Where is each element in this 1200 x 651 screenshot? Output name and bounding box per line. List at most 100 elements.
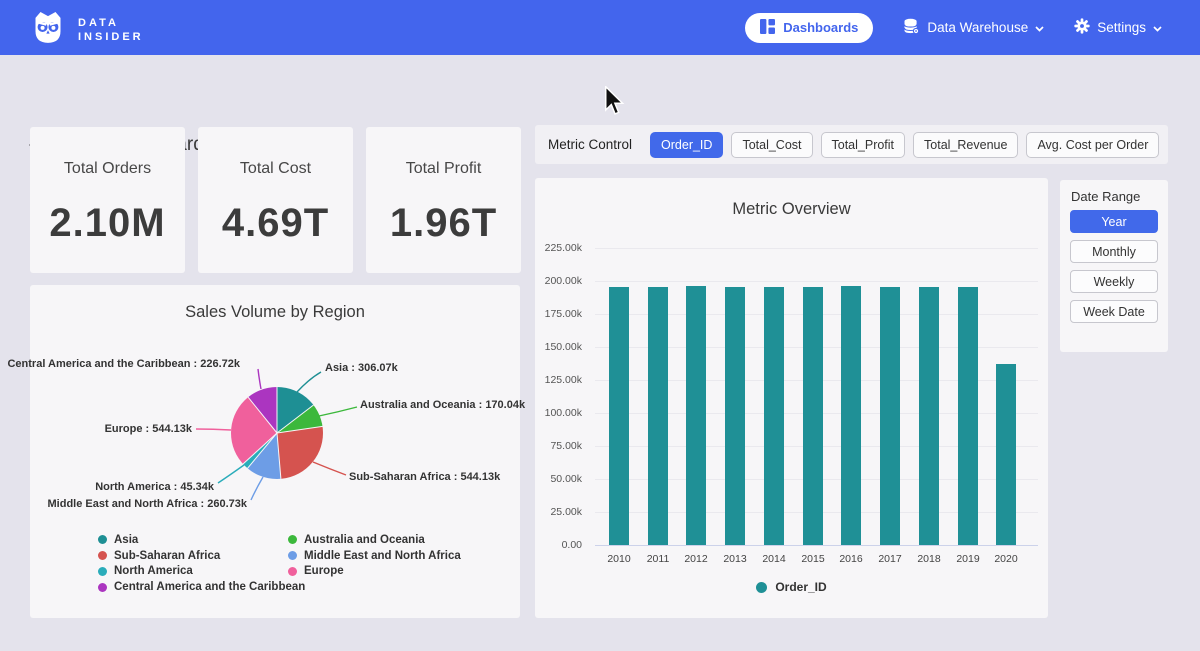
date-range-label: Date Range	[1071, 189, 1140, 204]
y-axis-tick: 75.00k	[535, 440, 582, 452]
x-axis-tick: 2018	[909, 553, 949, 565]
x-axis-tick: 2017	[870, 553, 910, 565]
bar-2014[interactable]	[764, 287, 784, 545]
kpi-value: 1.96T	[366, 201, 521, 246]
legend-dot	[288, 535, 297, 544]
kpi-card: Total Orders 2.10M	[30, 127, 185, 273]
metric-option-avg-cost-per-order[interactable]: Avg. Cost per Order	[1026, 132, 1159, 158]
metric-option-total-revenue[interactable]: Total_Revenue	[913, 132, 1018, 158]
pie-legend-column-1: Asia Sub-Saharan Africa North America Centr…	[98, 532, 305, 595]
metric-control-label: Metric Control	[548, 137, 632, 152]
date-range-option-week-date[interactable]: Week Date	[1070, 300, 1158, 323]
kpi-label: Total Profit	[366, 160, 521, 178]
pie-chart-title: Sales Volume by Region	[30, 303, 520, 322]
y-axis-tick: 225.00k	[535, 242, 582, 254]
pie-label-north-america: North America : 45.34k	[95, 481, 214, 493]
dashboards-grid-icon	[760, 19, 775, 37]
y-axis-tick: 200.00k	[535, 275, 582, 287]
bar-2016[interactable]	[841, 286, 861, 545]
y-axis-tick: 150.00k	[535, 341, 582, 353]
bar-chart-title: Metric Overview	[535, 200, 1048, 219]
pie-legend-item-asia[interactable]: Asia	[98, 532, 305, 548]
mouse-cursor	[602, 86, 626, 121]
page-header: Sales Dashboard Add Filter Boost: Off	[0, 55, 1200, 120]
metric-control-strip: Metric Control Order_ID Total_Cost Total_P…	[535, 125, 1168, 164]
pie-chart[interactable]	[231, 387, 323, 479]
nav-menu: Dashboards Data Warehouse	[745, 0, 1162, 55]
brand-logo[interactable]: DATA INSIDER	[28, 7, 144, 52]
legend-text: North America	[114, 565, 193, 577]
pie-label-europe: Europe : 544.13k	[105, 423, 192, 435]
pie-legend-item-sub-saharan-africa[interactable]: Sub-Saharan Africa	[98, 548, 305, 564]
bar-2017[interactable]	[880, 287, 900, 545]
x-axis-tick: 2016	[831, 553, 871, 565]
x-axis-tick: 2020	[986, 553, 1026, 565]
dashboards-button[interactable]: Dashboards	[745, 13, 873, 43]
legend-text: Middle East and North Africa	[304, 550, 461, 562]
bar-chart-legend: Order_ID	[535, 580, 1048, 594]
legend-dot	[756, 582, 767, 593]
bar-2019[interactable]	[958, 287, 978, 545]
gear-icon	[1074, 18, 1090, 37]
x-axis-tick: 2019	[948, 553, 988, 565]
bar-2015[interactable]	[803, 287, 823, 545]
brand-name: DATA INSIDER	[78, 16, 144, 44]
settings-menu[interactable]: Settings	[1074, 18, 1162, 37]
bar-2011[interactable]	[648, 287, 668, 545]
chevron-down-icon	[1153, 20, 1162, 35]
y-axis-tick: 100.00k	[535, 407, 582, 419]
pie-legend-item-central-america-and-the-caribbean[interactable]: Central America and the Caribbean	[98, 579, 305, 595]
legend-text: Central America and the Caribbean	[114, 581, 305, 593]
bar-2012[interactable]	[686, 286, 706, 545]
date-range-options: Year Monthly Weekly Week Date	[1070, 210, 1158, 323]
date-range-option-year[interactable]: Year	[1070, 210, 1158, 233]
kpi-value: 4.69T	[198, 201, 353, 246]
pie-legend-item-europe[interactable]: Europe	[288, 564, 461, 580]
sales-dashboard-page: DATA INSIDER Dashboards	[0, 0, 1200, 651]
metric-option-total-profit[interactable]: Total_Profit	[821, 132, 906, 158]
pie-label-australia-and-oceania: Australia and Oceania : 170.04k	[360, 399, 525, 411]
metric-control-options: Order_ID Total_Cost Total_Profit Total_Reve…	[650, 132, 1159, 158]
legend-dot	[98, 535, 107, 544]
database-icon	[903, 18, 920, 38]
y-axis-tick: 175.00k	[535, 308, 582, 320]
kpi-card: Total Cost4.69T	[198, 127, 353, 273]
bar-2018[interactable]	[919, 287, 939, 545]
pie-legend-item-middle-east-and-north-africa[interactable]: Middle East and North Africa	[288, 548, 461, 564]
kpi-label: Total Orders	[30, 160, 185, 178]
y-axis-tick: 25.00k	[535, 506, 582, 518]
bar-2020[interactable]	[996, 364, 1016, 546]
date-range-option-weekly[interactable]: Weekly	[1070, 270, 1158, 293]
data-warehouse-menu[interactable]: Data Warehouse	[903, 18, 1044, 38]
legend-text: Sub-Saharan Africa	[114, 550, 220, 562]
chevron-down-icon	[1035, 20, 1044, 35]
pie-legend-column-2: Australia and Oceania Middle East and Nor…	[288, 532, 461, 579]
bar-2010[interactable]	[609, 287, 629, 545]
pie-legend-item-australia-and-oceania[interactable]: Australia and Oceania	[288, 532, 461, 548]
x-axis-tick: 2013	[715, 553, 755, 565]
bar-chart-card: Metric Overview 225.00k 200.00k 175.00k 150…	[535, 178, 1048, 618]
x-axis-tick: 2012	[676, 553, 716, 565]
bar-legend-order-id[interactable]: Order_ID	[756, 580, 826, 594]
date-range-option-monthly[interactable]: Monthly	[1070, 240, 1158, 263]
metric-option-order-id[interactable]: Order_ID	[650, 132, 723, 158]
gridline	[595, 545, 1038, 546]
kpi-card: Total Profit 1.96T	[366, 127, 521, 273]
pie-label-asia: Asia : 306.07k	[325, 362, 398, 374]
legend-dot	[98, 583, 107, 592]
legend-dot	[98, 551, 107, 560]
bar-2013[interactable]	[725, 287, 745, 545]
legend-dot	[98, 567, 107, 576]
pie-legend-item-north-america[interactable]: North America	[98, 564, 305, 580]
date-range-card: Date Range Year Monthly Weekly Week Date	[1060, 180, 1168, 352]
legend-dot	[288, 567, 297, 576]
x-axis-tick: 2014	[754, 553, 794, 565]
x-axis-tick: 2010	[599, 553, 639, 565]
kpi-row: Total Orders2.10MTotal Cost4.69TTotal Pr…	[30, 127, 521, 273]
x-axis-tick: 2011	[638, 553, 678, 565]
kpi-value: 2.10M	[30, 201, 185, 246]
metric-option-total-cost[interactable]: Total_Cost	[731, 132, 812, 158]
gridline	[595, 281, 1038, 282]
legend-dot	[288, 551, 297, 560]
y-axis-tick: 0.00	[535, 539, 582, 551]
